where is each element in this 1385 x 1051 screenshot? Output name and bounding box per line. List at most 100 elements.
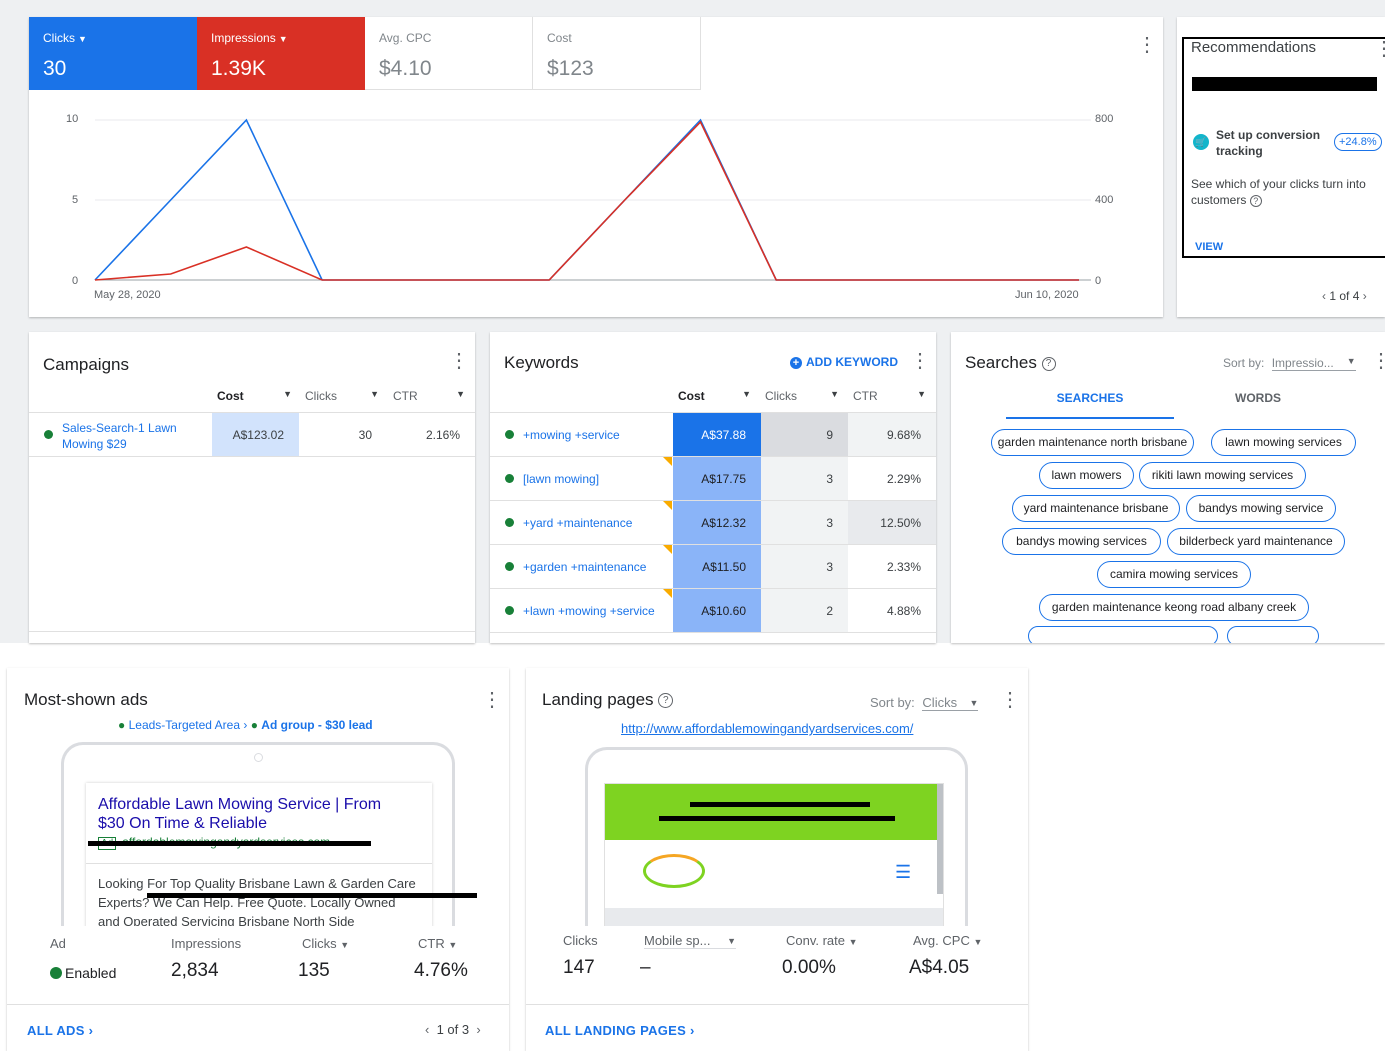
table-row[interactable]: +yard +maintenance A$12.32 3 12.50% xyxy=(490,501,936,545)
warning-flag-icon xyxy=(663,457,672,466)
landing-conv-value: 0.00% xyxy=(782,957,836,978)
keywords-menu-icon[interactable] xyxy=(910,351,924,373)
search-term-chip[interactable]: bilderbeck yard maintenance xyxy=(1167,528,1345,555)
add-keyword-button[interactable]: + ADD KEYWORD xyxy=(790,355,898,369)
keyword-link[interactable]: +yard +maintenance xyxy=(523,516,632,530)
keywords-col-ctr[interactable]: CTR ▼ xyxy=(853,389,926,403)
redaction-bar xyxy=(659,816,895,821)
help-icon[interactable]: ? xyxy=(1041,357,1056,371)
keyword-cost: A$11.50 xyxy=(702,560,746,574)
view-recommendation-button[interactable]: VIEW xyxy=(1195,241,1223,253)
keywords-col-ctr-label: CTR xyxy=(853,389,878,403)
chevron-left-icon[interactable]: ‹ xyxy=(1322,289,1326,303)
warning-flag-icon xyxy=(663,589,672,598)
recommendations-menu-icon[interactable] xyxy=(1374,39,1385,61)
keywords-title: Keywords xyxy=(504,353,579,372)
ad-preview[interactable]: Affordable Lawn Mowing Service | From $3… xyxy=(86,783,432,933)
campaign-name-link[interactable]: Sales-Search-1 Lawn Mowing $29 xyxy=(62,420,192,452)
search-term-chip[interactable]: yard maintenance brisbane xyxy=(1012,495,1180,522)
search-term-chip[interactable]: bandys mowing services xyxy=(1002,528,1161,555)
landing-col-mobile-label: Mobile sp... xyxy=(644,933,711,948)
recommendations-card: Recommendations 🛒 Set up conversion trac… xyxy=(1177,17,1385,317)
caret-down-icon: ▼ xyxy=(456,389,465,399)
recommendation-panel[interactable]: Recommendations 🛒 Set up conversion trac… xyxy=(1182,37,1385,258)
caret-down-icon: ▼ xyxy=(340,940,350,950)
ad-campaign-crumb[interactable]: Leads-Targeted Area xyxy=(129,718,240,732)
preview-logo xyxy=(643,854,705,888)
redacted-score-bar xyxy=(1192,77,1377,91)
keywords-card: Keywords + ADD KEYWORD Cost ▼ Clicks ▼ CTR ▼… xyxy=(490,332,936,643)
status-enabled-dot xyxy=(44,430,53,439)
table-row[interactable]: Sales-Search-1 Lawn Mowing $29 A$123.02 … xyxy=(29,413,475,457)
keyword-link[interactable]: +lawn +mowing +service xyxy=(523,604,655,618)
table-row[interactable]: +lawn +mowing +service A$10.60 2 4.88% xyxy=(490,589,936,633)
ads-col-impressions: Impressions xyxy=(171,936,242,951)
tab-words[interactable]: WORDS xyxy=(1174,391,1342,405)
status-enabled-dot xyxy=(50,967,62,979)
campaigns-footer-divider xyxy=(29,631,475,632)
caret-down-icon: ▼ xyxy=(848,937,858,947)
tab-searches[interactable]: SEARCHES xyxy=(1006,391,1174,419)
chevron-left-icon[interactable]: ‹ xyxy=(425,1022,429,1037)
search-term-chip[interactable]: garden maintenance keong road albany cre… xyxy=(1039,594,1309,621)
landing-menu-icon[interactable] xyxy=(1000,690,1014,712)
searches-sort[interactable]: Sort by: Impressio... ▼ xyxy=(1223,356,1356,371)
ads-col-clicks[interactable]: Clicks ▼ xyxy=(302,936,349,951)
search-chip-partial[interactable] xyxy=(1028,626,1218,643)
keyword-cost: A$17.75 xyxy=(701,472,746,486)
help-icon[interactable]: ? xyxy=(658,693,674,708)
keyword-link[interactable]: +garden +maintenance xyxy=(523,560,646,574)
all-landing-pages-link[interactable]: ALL LANDING PAGES › xyxy=(545,1023,695,1038)
landing-sort-select[interactable]: Clicks ▼ xyxy=(922,695,979,711)
landing-col-conv[interactable]: Conv. rate ▼ xyxy=(786,933,858,948)
landing-cpc-value: A$4.05 xyxy=(909,957,970,978)
landing-sort[interactable]: Sort by: Clicks ▼ xyxy=(870,695,979,711)
all-ads-link[interactable]: ALL ADS › xyxy=(27,1023,93,1038)
ad-group-crumb[interactable]: Ad group - $30 lead xyxy=(261,718,372,732)
search-term-chip[interactable]: garden maintenance north brisbane xyxy=(991,429,1194,456)
recommendation-description-text: See which of your clicks turn into custo… xyxy=(1191,177,1366,207)
help-icon[interactable]: ? xyxy=(1249,195,1262,207)
keywords-col-cost[interactable]: Cost ▼ xyxy=(678,389,751,403)
ads-col-ad: Ad xyxy=(50,936,66,951)
ad-headline[interactable]: Affordable Lawn Mowing Service | From $3… xyxy=(98,795,408,833)
search-chip-partial[interactable] xyxy=(1227,626,1319,643)
searches-menu-icon[interactable] xyxy=(1371,351,1385,373)
warning-flag-icon xyxy=(663,501,672,510)
campaigns-col-clicks[interactable]: Clicks ▼ xyxy=(305,389,379,403)
search-term-chip[interactable]: camira mowing services xyxy=(1097,561,1251,588)
search-term-chip[interactable]: lawn mowing services xyxy=(1211,429,1356,456)
ads-col-ctr[interactable]: CTR ▼ xyxy=(418,936,457,951)
table-row[interactable]: [lawn mowing] A$17.75 3 2.29% xyxy=(490,457,936,501)
campaigns-menu-icon[interactable] xyxy=(449,351,463,373)
keyword-link[interactable]: [lawn mowing] xyxy=(523,472,599,486)
keywords-col-clicks[interactable]: Clicks ▼ xyxy=(765,389,839,403)
campaigns-col-cost[interactable]: Cost ▼ xyxy=(217,389,292,403)
ad-status: Enabled xyxy=(50,965,116,981)
search-term-chip[interactable]: rikiti lawn mowing services xyxy=(1139,462,1306,489)
hamburger-menu-icon: ☰ xyxy=(895,862,912,882)
uplift-badge: +24.8% xyxy=(1334,133,1382,151)
landing-col-mobile[interactable]: Mobile sp... ▼ xyxy=(644,933,736,949)
impressions-series-line xyxy=(94,120,1079,281)
chevron-right-icon[interactable]: › xyxy=(476,1022,480,1037)
searches-sort-label: Sort by: xyxy=(1223,356,1265,370)
ads-menu-icon[interactable] xyxy=(482,690,496,712)
search-term-chip[interactable]: bandys mowing service xyxy=(1186,495,1336,522)
searches-sort-select[interactable]: Impressio... ▼ xyxy=(1271,356,1356,371)
keyword-cost: A$10.60 xyxy=(701,604,746,618)
ads-col-ctr-label: CTR xyxy=(418,936,445,951)
keyword-link[interactable]: +mowing +service xyxy=(523,428,620,442)
chevron-right-icon[interactable]: › xyxy=(1363,289,1367,303)
landing-page-url[interactable]: http://www.affordablemowingandyardservic… xyxy=(621,721,913,736)
landing-col-conv-label: Conv. rate xyxy=(786,933,846,948)
caret-down-icon: ▼ xyxy=(973,937,983,947)
keyword-clicks: 3 xyxy=(826,516,833,530)
campaigns-col-clicks-label: Clicks xyxy=(305,389,337,403)
search-term-chip[interactable]: lawn mowers xyxy=(1039,462,1134,489)
campaigns-col-ctr[interactable]: CTR ▼ xyxy=(393,389,465,403)
landing-col-cpc[interactable]: Avg. CPC ▼ xyxy=(913,933,982,948)
table-row[interactable]: +garden +maintenance A$11.50 3 2.33% xyxy=(490,545,936,589)
table-row[interactable]: +mowing +service A$37.88 9 9.68% xyxy=(490,413,936,457)
ad-clicks-value: 135 xyxy=(298,960,330,981)
